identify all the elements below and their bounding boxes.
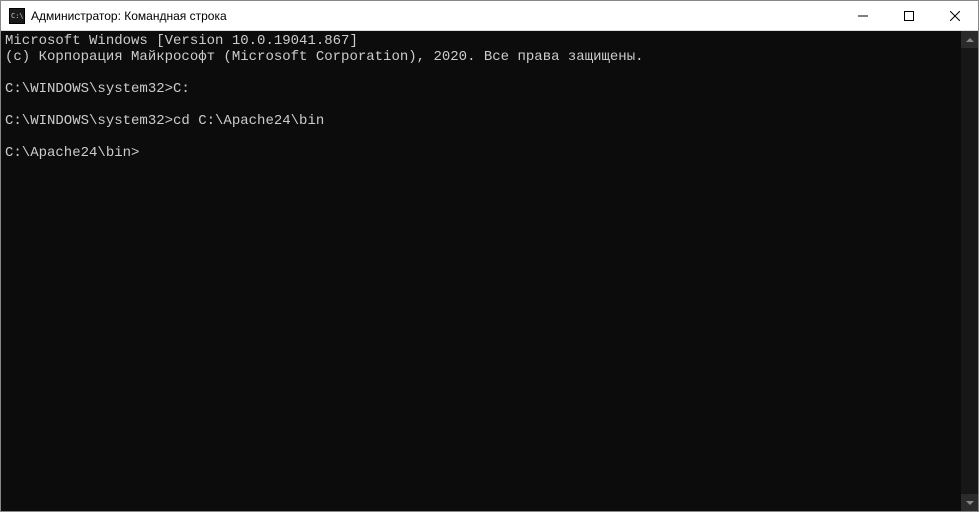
window-titlebar: C:\ Администратор: Командная строка [1, 1, 978, 31]
terminal-output[interactable]: Microsoft Windows [Version 10.0.19041.86… [1, 31, 961, 511]
terminal-line: C:\WINDOWS\system32>cd C:\Apache24\bin [5, 113, 957, 129]
cmd-icon: C:\ [9, 8, 25, 24]
minimize-button[interactable] [840, 1, 886, 30]
terminal-line: Microsoft Windows [Version 10.0.19041.86… [5, 33, 957, 49]
window-title: Администратор: Командная строка [31, 9, 840, 23]
scroll-up-arrow[interactable] [961, 31, 978, 48]
maximize-button[interactable] [886, 1, 932, 30]
terminal-line [5, 97, 957, 113]
terminal-line [5, 65, 957, 81]
scroll-track[interactable] [961, 48, 978, 494]
window-controls [840, 1, 978, 30]
svg-text:C:\: C:\ [11, 12, 24, 20]
vertical-scrollbar[interactable] [961, 31, 978, 511]
terminal-container: Microsoft Windows [Version 10.0.19041.86… [1, 31, 978, 511]
scroll-down-arrow[interactable] [961, 494, 978, 511]
terminal-line: C:\WINDOWS\system32>C: [5, 81, 957, 97]
terminal-line: (c) Корпорация Майкрософт (Microsoft Cor… [5, 49, 957, 65]
terminal-line [5, 129, 957, 145]
close-button[interactable] [932, 1, 978, 30]
terminal-line: C:\Apache24\bin> [5, 145, 957, 161]
